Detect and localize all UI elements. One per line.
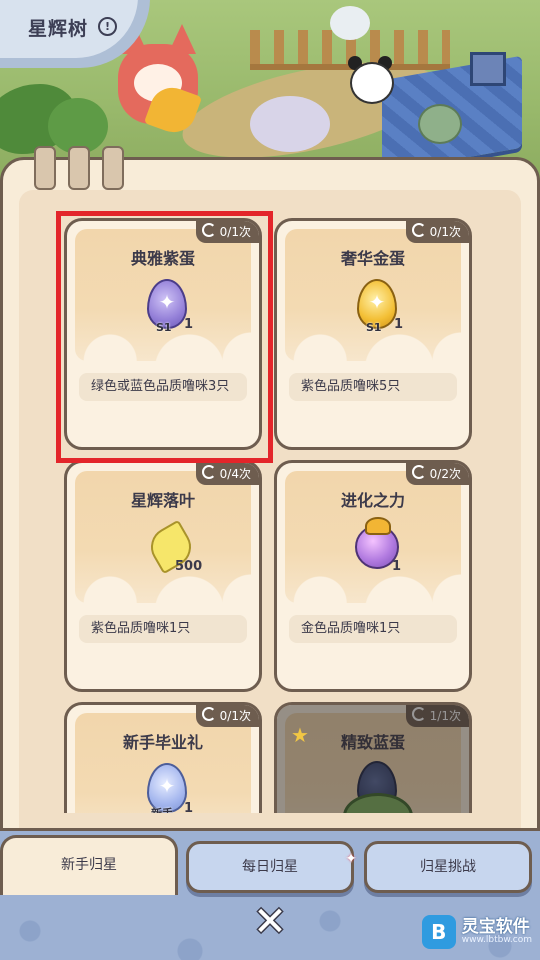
watermark: B 灵宝软件 www.lbtbw.com [421, 912, 532, 952]
refresh-icon [201, 465, 216, 479]
mouse-creature [418, 104, 462, 144]
count-text: 0/4次 [219, 467, 251, 481]
refresh-icon [201, 707, 216, 721]
attempt-count: 0/1次 [405, 221, 469, 243]
tab-daily[interactable]: 每日归星 ✦ [186, 841, 357, 893]
refresh-icon [411, 223, 426, 237]
info-icon[interactable]: ! [98, 17, 117, 36]
panda-creature [344, 46, 394, 104]
selection-highlight [56, 211, 273, 463]
egg-tag: S1 [366, 321, 382, 334]
requirement-text: 紫色品质噜咪5只 [289, 373, 457, 401]
tab-challenge[interactable]: 归星挑战 [364, 841, 532, 893]
card-title: 星辉落叶 [130, 491, 195, 510]
page-title: 星辉树 [28, 18, 89, 40]
card-title: 奢华金蛋 [340, 249, 405, 268]
notification-sparkle-icon: ✦ [345, 851, 357, 867]
count-text: 0/2次 [429, 467, 461, 481]
tab-newbie[interactable]: 新手归星 [0, 835, 178, 895]
star-icon: ★ [291, 723, 309, 747]
card-title: 新手毕业礼 [122, 733, 203, 752]
reward-qty: 1 [184, 801, 194, 813]
reward-card[interactable]: 0/4次 星辉落叶 500 紫色品质噜咪1只 [64, 460, 262, 692]
ghost-creature [330, 6, 370, 40]
reward-qty: 1 [394, 317, 404, 332]
reward-card-locked[interactable]: 1/1次 精致蓝蛋 ★ [274, 702, 472, 813]
watermark-logo-icon: B [421, 915, 456, 949]
count-text: 0/1次 [219, 709, 251, 723]
count-text: 0/1次 [429, 225, 461, 239]
tab-label: 每日归星 [242, 859, 298, 875]
attempt-count: 0/2次 [405, 463, 469, 485]
reward-card[interactable]: 0/1次 新手毕业礼 ✦ 新手 1 [64, 702, 262, 813]
tab-label: 新手归星 [61, 857, 117, 873]
close-button[interactable]: ✕ [248, 900, 292, 944]
attempt-count: 0/1次 [195, 705, 259, 727]
requirement-text: 金色品质噜咪1只 [289, 615, 457, 643]
egg-tag: 新手 [151, 805, 173, 813]
reward-card[interactable]: 0/1次 奢华金蛋 ✦ S1 1 紫色品质噜咪5只 [274, 218, 472, 450]
tab-label: 归星挑战 [420, 859, 476, 875]
attempt-count: 0/4次 [195, 463, 259, 485]
watermark-name: 灵宝软件 [461, 917, 530, 937]
reward-qty: 500 [175, 559, 203, 574]
binder-rings [34, 146, 124, 190]
reward-card[interactable]: 0/2次 进化之力 1 金色品质噜咪1只 [274, 460, 472, 692]
watermark-url: www.lbtbw.com [461, 935, 532, 945]
card-title: 进化之力 [340, 491, 405, 510]
requirement-text: 紫色品质噜咪1只 [79, 615, 247, 643]
refresh-icon [411, 465, 426, 479]
reward-qty: 1 [392, 559, 402, 574]
